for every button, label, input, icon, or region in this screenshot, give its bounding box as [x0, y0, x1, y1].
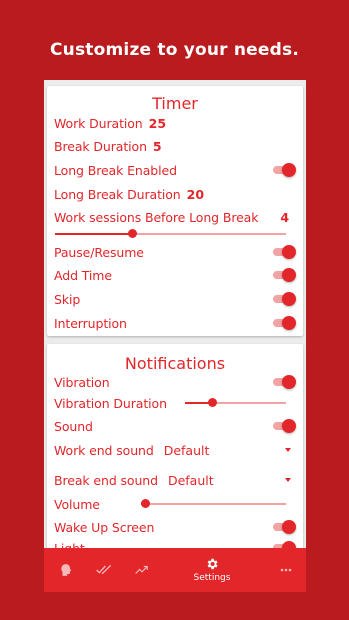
sessions-before-long-break-setting: Work sessions Before Long Break 4 [54, 207, 295, 227]
work-duration-value: 25 [148, 115, 167, 131]
bottom-navbar: Settings [44, 548, 306, 592]
timer-title: Timer [152, 94, 198, 113]
work-end-sound-label: Work end sound [54, 442, 154, 458]
nav-item-statistics[interactable] [128, 548, 156, 592]
sound-setting: Sound [54, 416, 296, 436]
gear-icon [207, 558, 218, 570]
volume-label: Volume [54, 496, 100, 512]
sessions-before-long-break-value: 4 [280, 209, 290, 225]
interruption-setting: Interruption [54, 313, 296, 333]
nav-item-more[interactable] [272, 548, 300, 592]
work-end-sound-dropdown[interactable]: Default [164, 443, 295, 458]
interruption-label: Interruption [54, 315, 127, 331]
add-time-setting: Add Time [54, 265, 296, 285]
pause-resume-setting: Pause/Resume [54, 242, 296, 262]
vibration-duration-slider[interactable] [185, 396, 286, 410]
break-duration-setting[interactable]: Break Duration 5 [54, 136, 295, 156]
nav-item-focus[interactable] [52, 548, 80, 592]
double-check-icon [96, 564, 112, 575]
work-duration-label: Work Duration [54, 115, 143, 131]
head-icon [61, 564, 72, 576]
more-dots-icon [280, 568, 292, 572]
sessions-before-long-break-label: Work sessions Before Long Break [54, 209, 259, 225]
headline: Customize to your needs. [50, 40, 299, 60]
nav-item-settings[interactable]: Settings [192, 548, 232, 592]
sound-toggle[interactable] [273, 419, 296, 433]
break-end-sound-dropdown[interactable]: Default [168, 473, 295, 488]
volume-slider-thumb[interactable] [141, 499, 150, 508]
long-break-duration-label: Long Break Duration [54, 186, 181, 202]
trending-up-icon [135, 565, 148, 574]
sound-label: Sound [54, 418, 93, 434]
work-end-sound-value: Default [163, 442, 210, 458]
break-duration-label: Break Duration [54, 138, 147, 154]
long-break-enabled-toggle[interactable] [273, 163, 296, 177]
sessions-slider-thumb[interactable] [128, 229, 137, 238]
nav-item-completed[interactable] [90, 548, 118, 592]
vibration-label: Vibration [54, 374, 110, 390]
work-duration-setting[interactable]: Work Duration 25 [54, 113, 295, 133]
pause-resume-toggle[interactable] [273, 245, 296, 259]
chevron-down-icon [285, 448, 291, 452]
timer-card: Timer Work Duration 25 Break Duration 5 … [47, 86, 303, 336]
long-break-duration-value: 20 [186, 186, 205, 202]
break-end-sound-setting: Break end sound Default [54, 470, 295, 490]
add-time-label: Add Time [54, 267, 112, 283]
pause-resume-label: Pause/Resume [54, 244, 144, 260]
interruption-toggle[interactable] [273, 316, 296, 330]
wake-up-screen-toggle[interactable] [273, 520, 296, 534]
work-end-sound-setting: Work end sound Default [54, 440, 295, 460]
break-duration-value: 5 [152, 138, 162, 154]
vibration-duration-slider-thumb[interactable] [208, 398, 217, 407]
skip-toggle[interactable] [273, 292, 296, 306]
long-break-enabled-label: Long Break Enabled [54, 162, 177, 178]
notifications-title: Notifications [124, 354, 226, 373]
sessions-slider[interactable] [55, 227, 286, 241]
break-end-sound-label: Break end sound [54, 472, 158, 488]
vibration-setting: Vibration [54, 372, 296, 392]
wake-up-screen-setting: Wake Up Screen [54, 517, 296, 537]
break-end-sound-value: Default [167, 472, 214, 488]
long-break-enabled-setting: Long Break Enabled [54, 160, 296, 180]
add-time-toggle[interactable] [273, 268, 296, 282]
chevron-down-icon [285, 478, 291, 482]
skip-label: Skip [54, 291, 81, 307]
vibration-duration-label: Vibration Duration [54, 395, 167, 411]
volume-slider[interactable] [141, 497, 286, 511]
skip-setting: Skip [54, 289, 296, 309]
app-screen: Timer Work Duration 25 Break Duration 5 … [44, 80, 306, 592]
long-break-duration-setting[interactable]: Long Break Duration 20 [54, 184, 295, 204]
nav-settings-label: Settings [193, 573, 231, 583]
wake-up-screen-label: Wake Up Screen [54, 519, 155, 535]
vibration-toggle[interactable] [273, 375, 296, 389]
